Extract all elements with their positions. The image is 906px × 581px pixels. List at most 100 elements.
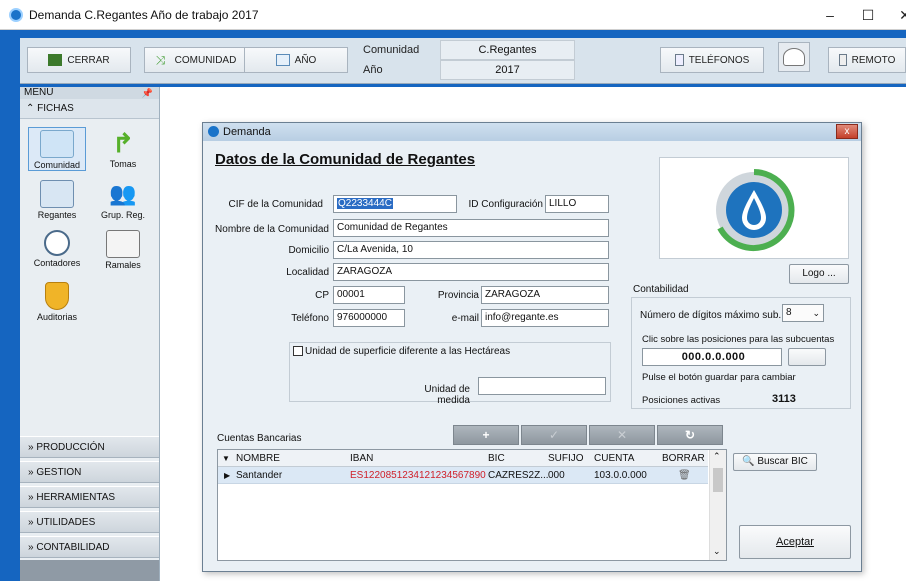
email-label: e-mail <box>451 313 479 324</box>
tile-contadores[interactable]: Contadores <box>28 228 86 272</box>
col-iban[interactable]: IBAN <box>350 450 373 467</box>
posiciones-field[interactable]: 000.0.0.000 <box>642 348 782 366</box>
col-cuenta[interactable]: CUENTA <box>594 450 634 467</box>
window-title: Demanda C.Regantes Año de trabajo 2017 <box>29 7 259 22</box>
scroll-thumb[interactable] <box>713 468 723 492</box>
clock-icon <box>44 230 70 256</box>
tile-auditorias[interactable]: Auditorias <box>28 280 86 324</box>
dialog-heading: Datos de la Comunidad de Regantes <box>215 151 476 168</box>
bancos-grid: ▼ NOMBRE IBAN BIC SUFIJO CUENTA BORRAR ▶… <box>217 449 727 561</box>
idconf-label: ID Configuración <box>468 199 543 210</box>
cif-label: CIF de la Comunidad <box>228 199 324 210</box>
telefonos-button[interactable]: TELÉFONOS <box>660 47 764 73</box>
cancel-row-button[interactable]: ✕ <box>589 425 655 445</box>
table-row[interactable]: ▶ Santander ES1220851234121234567890 CAZ… <box>218 467 708 484</box>
digitos-select[interactable]: 8 ⌄ <box>782 304 824 322</box>
nombre-input[interactable]: Comunidad de Regantes <box>333 219 609 237</box>
row-cuenta: 103.0.0.000 <box>594 470 647 481</box>
trash-icon[interactable]: 🗑 <box>678 467 691 484</box>
telefono-input[interactable]: 976000000 <box>333 309 405 327</box>
hierarchy-icon <box>106 230 140 258</box>
telefono-label: Teléfono <box>291 313 329 324</box>
contabilidad-title: Contabilidad <box>633 284 689 295</box>
digitos-label: Número de dígitos máximo sub. <box>640 310 782 321</box>
exit-icon <box>48 54 63 66</box>
cp-label: CP <box>315 290 329 301</box>
anio-button[interactable]: AÑO <box>244 47 348 73</box>
context-comunidad-value: C.Regantes <box>440 40 575 60</box>
comunidad-button[interactable]: ⤨ COMUNIDAD <box>144 47 248 73</box>
buscar-bic-button[interactable]: 🔍 Buscar BIC <box>733 453 817 471</box>
arrows-icon: ⤨ <box>155 53 166 67</box>
grid-header: ▼ NOMBRE IBAN BIC SUFIJO CUENTA BORRAR <box>218 450 708 467</box>
domicilio-label: Domicilio <box>288 245 329 256</box>
row-bic: CAZRES2Z... <box>488 470 549 481</box>
refresh-button[interactable]: ↻ <box>657 425 723 445</box>
cp-input[interactable]: 00001 <box>333 286 405 304</box>
remoto-button[interactable]: REMOTO <box>828 47 906 73</box>
posiciones-extra-field[interactable] <box>788 348 826 366</box>
dialog-titlebar: Demanda x <box>203 123 861 141</box>
provincia-label: Provincia <box>437 290 479 301</box>
phone-icon <box>674 54 684 66</box>
col-bic[interactable]: BIC <box>488 450 505 467</box>
col-nombre[interactable]: NOMBRE <box>236 450 280 467</box>
close-window-button[interactable]: ✕ <box>890 5 906 25</box>
email-input[interactable]: info@regante.es <box>481 309 609 327</box>
menu-footer <box>20 560 159 581</box>
activas-value: 3113 <box>772 393 796 405</box>
app-icon <box>9 7 23 22</box>
section-herramientas[interactable]: » HERRAMIENTAS <box>20 486 159 508</box>
main-toolbar: CERRAR ⤨ COMUNIDAD AÑO Comunidad C.Regan… <box>20 38 906 84</box>
remote-icon <box>838 54 847 66</box>
col-borrar[interactable]: BORRAR <box>662 450 705 467</box>
aceptar-button[interactable]: Aceptar <box>739 525 851 559</box>
tile-comunidad[interactable]: Comunidad <box>28 127 86 171</box>
grid-scrollbar[interactable]: ⌃ ⌄ <box>709 450 726 560</box>
minimize-button[interactable]: – <box>815 5 845 25</box>
localidad-label: Localidad <box>286 267 329 278</box>
tile-tomas[interactable]: ↱ Tomas <box>94 127 152 171</box>
scroll-down-icon[interactable]: ⌄ <box>713 546 721 557</box>
cif-input[interactable]: Q2233444C <box>333 195 457 213</box>
pin-icon[interactable]: 📌 <box>142 87 153 99</box>
scroll-up-icon[interactable]: ⌃ <box>713 451 721 462</box>
search-icon: 🔍 <box>742 456 755 467</box>
row-sufijo: 000 <box>548 470 565 481</box>
fichas-section[interactable]: ⌃ FICHAS <box>20 99 159 119</box>
window-titlebar: Demanda C.Regantes Año de trabajo 2017 –… <box>0 0 906 30</box>
localidad-input[interactable]: ZARAGOZA <box>333 263 609 281</box>
tile-ramales[interactable]: Ramales <box>94 228 152 272</box>
cerrar-button[interactable]: CERRAR <box>27 47 131 73</box>
context-anio-value: 2017 <box>440 60 575 80</box>
row-pointer-icon: ▶ <box>224 471 231 480</box>
menu-header: MENU 📌 <box>20 87 159 99</box>
checkbox-icon <box>293 346 303 357</box>
tile-regantes[interactable]: Regantes <box>28 178 86 222</box>
contabilidad-group: Número de dígitos máximo sub. 8 ⌄ Clic s… <box>631 297 851 409</box>
water-drop-logo <box>716 169 795 251</box>
remote-support-icon-button[interactable] <box>778 42 810 72</box>
nombre-label: Nombre de la Comunidad <box>215 224 329 235</box>
section-utilidades[interactable]: » UTILIDADES <box>20 511 159 533</box>
id-card-icon <box>40 180 74 208</box>
col-sufijo[interactable]: SUFIJO <box>548 450 584 467</box>
logo-button[interactable]: Logo ... <box>789 264 849 284</box>
maximize-button[interactable]: ☐ <box>853 5 883 25</box>
section-gestion[interactable]: » GESTION <box>20 461 159 483</box>
medida-label: Unidad de medida <box>424 384 470 406</box>
row-iban: ES1220851234121234567890 <box>350 470 486 481</box>
dialog-close-button[interactable]: x <box>836 124 858 139</box>
section-produccion[interactable]: » PRODUCCIÓN <box>20 436 159 458</box>
chevron-up-icon: ⌃ <box>26 103 35 114</box>
add-row-button[interactable]: + <box>453 425 519 445</box>
provincia-input[interactable]: ZARAGOZA <box>481 286 609 304</box>
medida-input[interactable] <box>478 377 606 395</box>
users-icon: 👥 <box>109 181 137 206</box>
section-contabilidad[interactable]: » CONTABILIDAD <box>20 536 159 558</box>
tile-grup-reg[interactable]: 👥 Grup. Reg. <box>94 178 152 222</box>
idconf-input[interactable]: LILLO <box>545 195 609 213</box>
domicilio-input[interactable]: C/La Avenida, 10 <box>333 241 609 259</box>
confirm-row-button[interactable]: ✓ <box>521 425 587 445</box>
superficie-checkbox[interactable]: Unidad de superficie diferente a las Hec… <box>293 346 510 357</box>
